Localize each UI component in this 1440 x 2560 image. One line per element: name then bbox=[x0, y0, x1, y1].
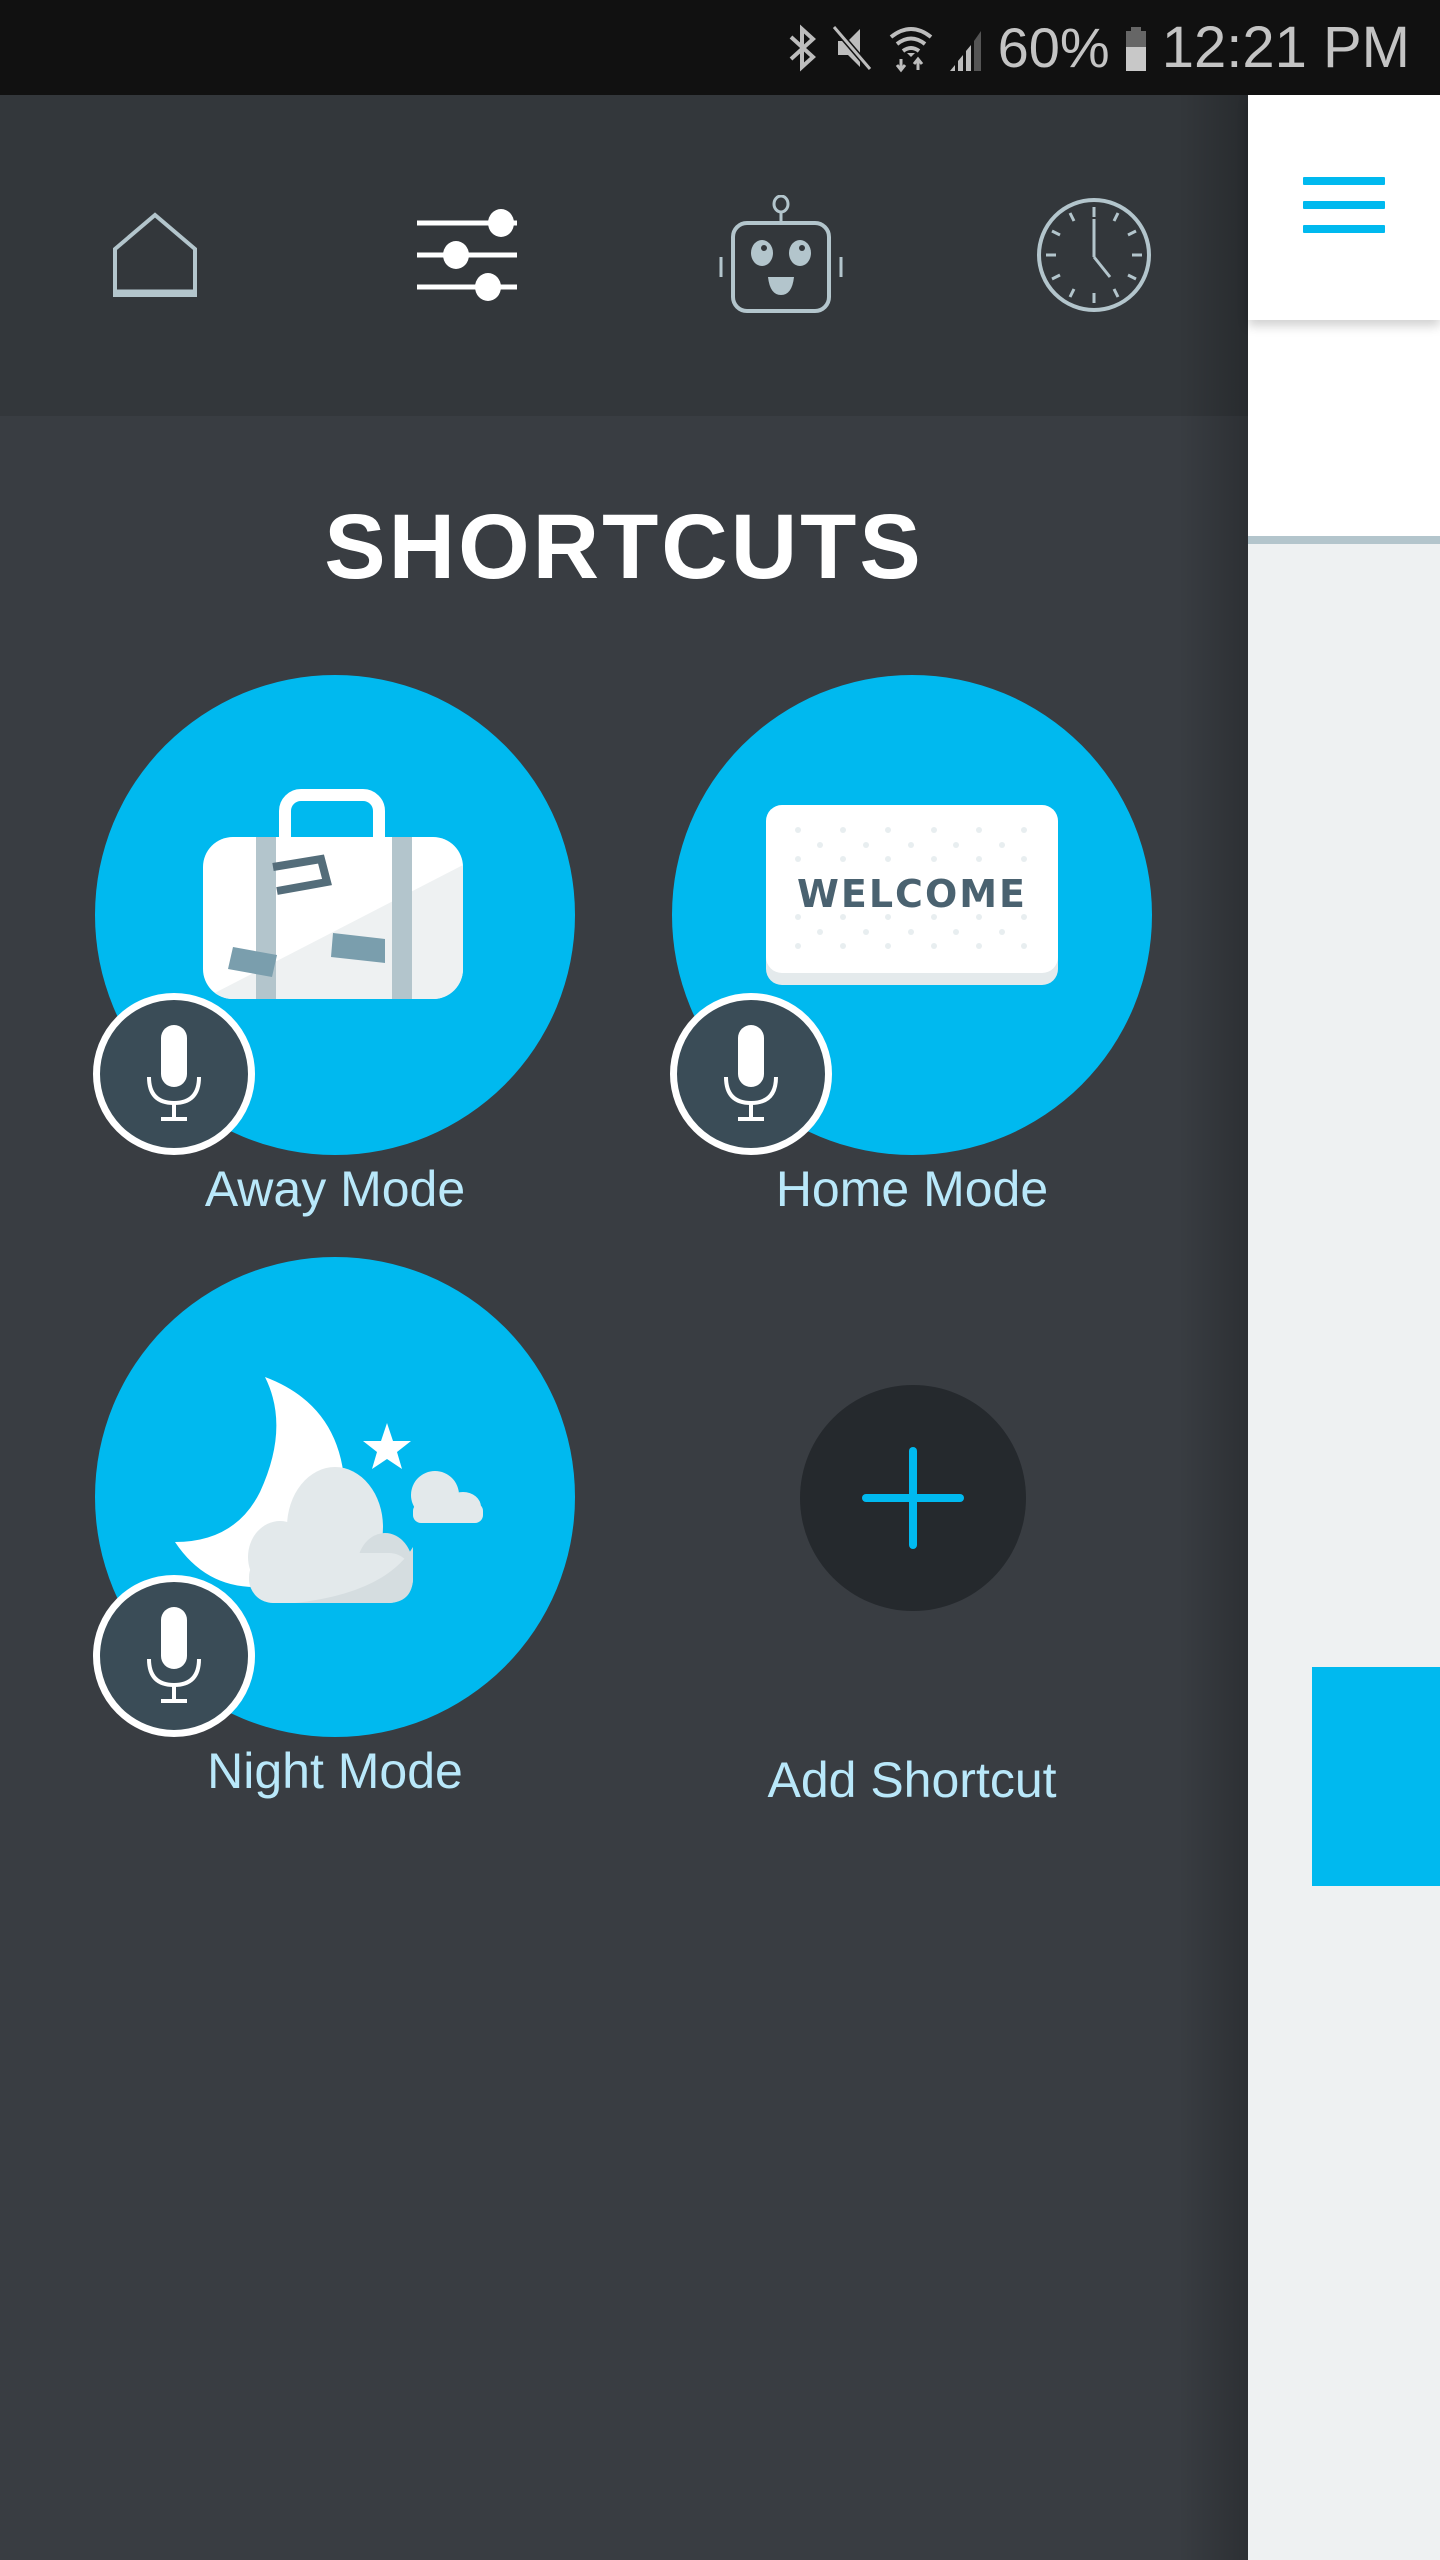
clock-icon bbox=[1037, 198, 1151, 312]
shortcut-label: Away Mode bbox=[204, 1161, 466, 1217]
shortcut-label: Home Mode bbox=[775, 1161, 1049, 1217]
main-action-block[interactable] bbox=[1312, 1667, 1440, 1886]
sliders-icon bbox=[417, 209, 517, 301]
voice-command-button[interactable] bbox=[93, 993, 255, 1155]
navigation-drawer: SHORTCUTS Away Mode WELCOME Home Mode Ni… bbox=[0, 95, 1248, 2560]
shortcut-label: Night Mode bbox=[207, 1743, 463, 1799]
clock-time: 12:21 PM bbox=[1161, 15, 1410, 80]
tab-robot[interactable] bbox=[711, 185, 851, 325]
bluetooth-icon bbox=[789, 23, 816, 72]
main-header bbox=[1248, 95, 1440, 320]
microphone-icon bbox=[724, 1025, 778, 1121]
status-bar: 60% 12:21 PM bbox=[0, 0, 1440, 95]
tab-shortcuts[interactable] bbox=[398, 185, 538, 325]
signal-icon bbox=[949, 30, 981, 71]
page-title: SHORTCUTS bbox=[324, 496, 924, 598]
wifi-icon bbox=[889, 26, 932, 72]
house-icon bbox=[113, 212, 197, 297]
tab-schedule[interactable] bbox=[1024, 185, 1164, 325]
voice-command-button[interactable] bbox=[93, 1575, 255, 1737]
plus-icon bbox=[862, 1447, 964, 1549]
add-shortcut-button[interactable] bbox=[800, 1385, 1026, 1611]
main-header-area bbox=[1248, 320, 1440, 536]
mute-icon bbox=[831, 24, 872, 71]
add-shortcut-label: Add Shortcut bbox=[767, 1752, 1057, 1808]
microphone-icon bbox=[147, 1607, 201, 1703]
hamburger-icon[interactable] bbox=[1303, 177, 1385, 237]
robot-icon bbox=[719, 195, 843, 313]
battery-icon bbox=[1125, 26, 1146, 71]
battery-percent: 60% bbox=[997, 16, 1110, 79]
main-panel bbox=[1248, 95, 1440, 2560]
tab-home[interactable] bbox=[85, 185, 225, 325]
microphone-icon bbox=[147, 1025, 201, 1121]
divider bbox=[1248, 536, 1440, 544]
voice-command-button[interactable] bbox=[670, 993, 832, 1155]
welcome-mat-text: WELCOME bbox=[797, 872, 1027, 916]
drawer-nav-bar bbox=[0, 95, 1248, 416]
status-icons: 60% 12:21 PM bbox=[788, 0, 1410, 95]
